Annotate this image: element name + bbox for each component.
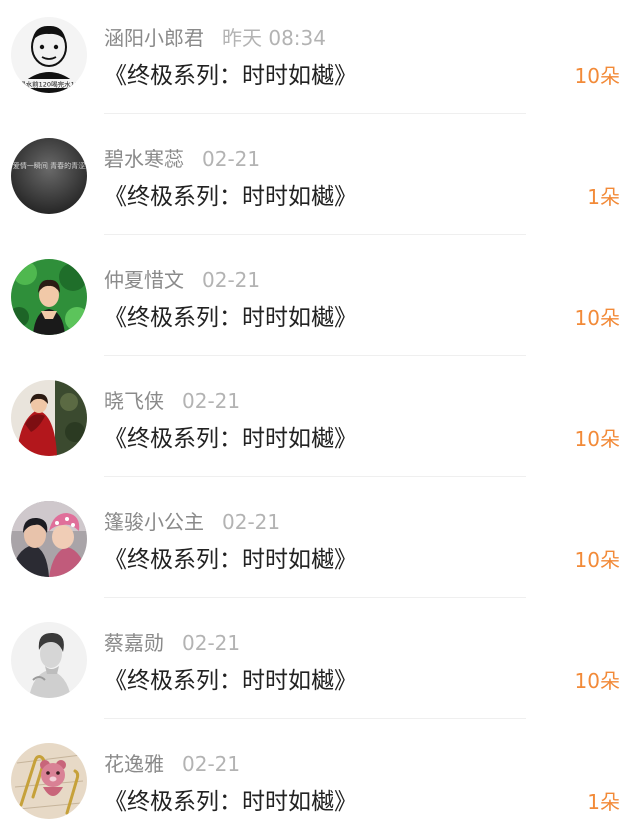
- divider: [104, 234, 526, 235]
- timestamp: 02-21: [182, 389, 241, 413]
- couple-photo-avatar[interactable]: [11, 501, 87, 577]
- avatar-text: 喝水前120喝完水12: [19, 80, 79, 89]
- divider: [104, 718, 526, 719]
- list-item[interactable]: 喝水前120喝完水12 涵阳小郎君 昨天 08:34 《终极系列：时时如樾》 10…: [0, 0, 640, 121]
- timestamp: 02-21: [182, 631, 241, 655]
- username[interactable]: 仲夏惜文: [104, 268, 184, 292]
- list-item[interactable]: 晓飞侠 02-21 《终极系列：时时如樾》 10朵: [0, 363, 640, 484]
- item-title[interactable]: 《终极系列：时时如樾》: [104, 419, 357, 453]
- username-line: 晓飞侠 02-21: [104, 385, 240, 414]
- item-title[interactable]: 《终极系列：时时如樾》: [104, 298, 357, 332]
- username-line: 涵阳小郎君 昨天 08:34: [104, 22, 326, 51]
- cartoon-face-avatar[interactable]: 喝水前120喝完水12: [11, 17, 87, 93]
- username[interactable]: 晓飞侠: [104, 389, 164, 413]
- flower-count: 10朵: [574, 64, 620, 88]
- flower-count: 10朵: [574, 669, 620, 693]
- list-item[interactable]: 蔡嘉勋 02-21 《终极系列：时时如樾》 10朵: [0, 605, 640, 726]
- username[interactable]: 涵阳小郎君: [104, 26, 204, 50]
- list-item[interactable]: 花逸雅 02-21 《终极系列：时时如樾》 1朵: [0, 726, 640, 839]
- username[interactable]: 篷骏小公主: [104, 510, 204, 534]
- username[interactable]: 蔡嘉勋: [104, 631, 164, 655]
- flower-count: 1朵: [587, 790, 620, 814]
- timestamp: 昨天 08:34: [222, 26, 326, 50]
- username[interactable]: 碧水寒蕊: [104, 147, 184, 171]
- username-line: 篷骏小公主 02-21: [104, 506, 280, 535]
- dark-text-avatar[interactable]: 有时爱情一瞬间 青春的青涩美丽: [11, 138, 87, 214]
- username-line: 花逸雅 02-21: [104, 748, 240, 777]
- item-title[interactable]: 《终极系列：时时如樾》: [104, 540, 357, 574]
- username-line: 蔡嘉勋 02-21: [104, 627, 240, 656]
- flower-count: 10朵: [574, 427, 620, 451]
- divider: [104, 355, 526, 356]
- username-line: 碧水寒蕊 02-21: [104, 143, 260, 172]
- flower-count: 1朵: [587, 185, 620, 209]
- username-line: 仲夏惜文 02-21: [104, 264, 260, 293]
- flower-count: 10朵: [574, 306, 620, 330]
- flower-count: 10朵: [574, 548, 620, 572]
- teddy-bear-avatar[interactable]: [11, 743, 87, 819]
- green-portrait-avatar[interactable]: [11, 259, 87, 335]
- timestamp: 02-21: [182, 752, 241, 776]
- item-title[interactable]: 《终极系列：时时如樾》: [104, 56, 357, 90]
- timestamp: 02-21: [222, 510, 281, 534]
- red-figure-avatar[interactable]: [11, 380, 87, 456]
- timestamp: 02-21: [202, 147, 261, 171]
- list-item[interactable]: 篷骏小公主 02-21 《终极系列：时时如樾》 10朵: [0, 484, 640, 605]
- timestamp: 02-21: [202, 268, 261, 292]
- divider: [104, 597, 526, 598]
- gift-list: 喝水前120喝完水12 涵阳小郎君 昨天 08:34 《终极系列：时时如樾》 10…: [0, 0, 640, 839]
- bw-portrait-avatar[interactable]: [11, 622, 87, 698]
- avatar-text: 有时爱情一瞬间 青春的青涩美丽: [11, 161, 87, 170]
- list-item[interactable]: 仲夏惜文 02-21 《终极系列：时时如樾》 10朵: [0, 242, 640, 363]
- divider: [104, 476, 526, 477]
- username[interactable]: 花逸雅: [104, 752, 164, 776]
- item-title[interactable]: 《终极系列：时时如樾》: [104, 661, 357, 695]
- item-title[interactable]: 《终极系列：时时如樾》: [104, 782, 357, 816]
- list-item[interactable]: 有时爱情一瞬间 青春的青涩美丽 碧水寒蕊 02-21 《终极系列：时时如樾》 1朵: [0, 121, 640, 242]
- item-title[interactable]: 《终极系列：时时如樾》: [104, 177, 357, 211]
- divider: [104, 113, 526, 114]
